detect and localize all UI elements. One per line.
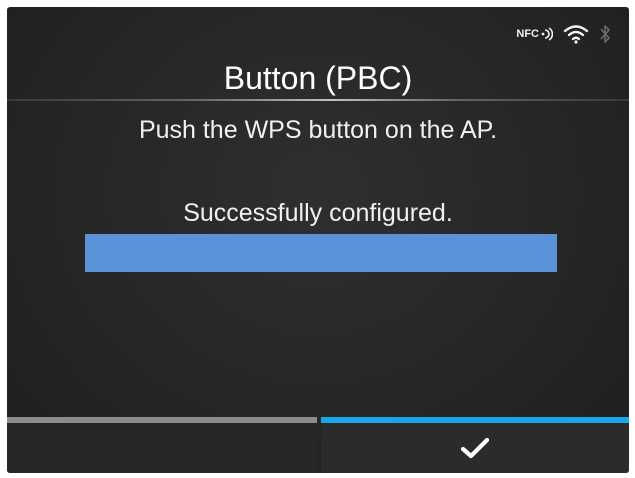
status-bar: NFC <box>516 21 611 47</box>
printer-lcd-screen: NFC Button (PBC) Push the WPS button on … <box>7 7 629 473</box>
nfc-waves <box>541 27 553 41</box>
nfc-label: NFC <box>516 27 539 40</box>
confirm-button[interactable] <box>321 417 629 473</box>
page-title: Button (PBC) <box>223 60 413 96</box>
instruction-text: Push the WPS button on the AP. <box>138 116 498 144</box>
bluetooth-icon <box>599 23 611 45</box>
status-message: Successfully configured. <box>183 199 453 227</box>
checkmark-icon <box>460 436 490 460</box>
left-softkey-button[interactable] <box>7 417 317 473</box>
nfc-icon: NFC <box>516 22 553 46</box>
title-divider <box>7 99 629 101</box>
wifi-icon <box>563 24 589 44</box>
progress-bar <box>85 234 557 272</box>
softkey-bar <box>7 417 629 473</box>
progress-bar-fill <box>85 234 557 272</box>
